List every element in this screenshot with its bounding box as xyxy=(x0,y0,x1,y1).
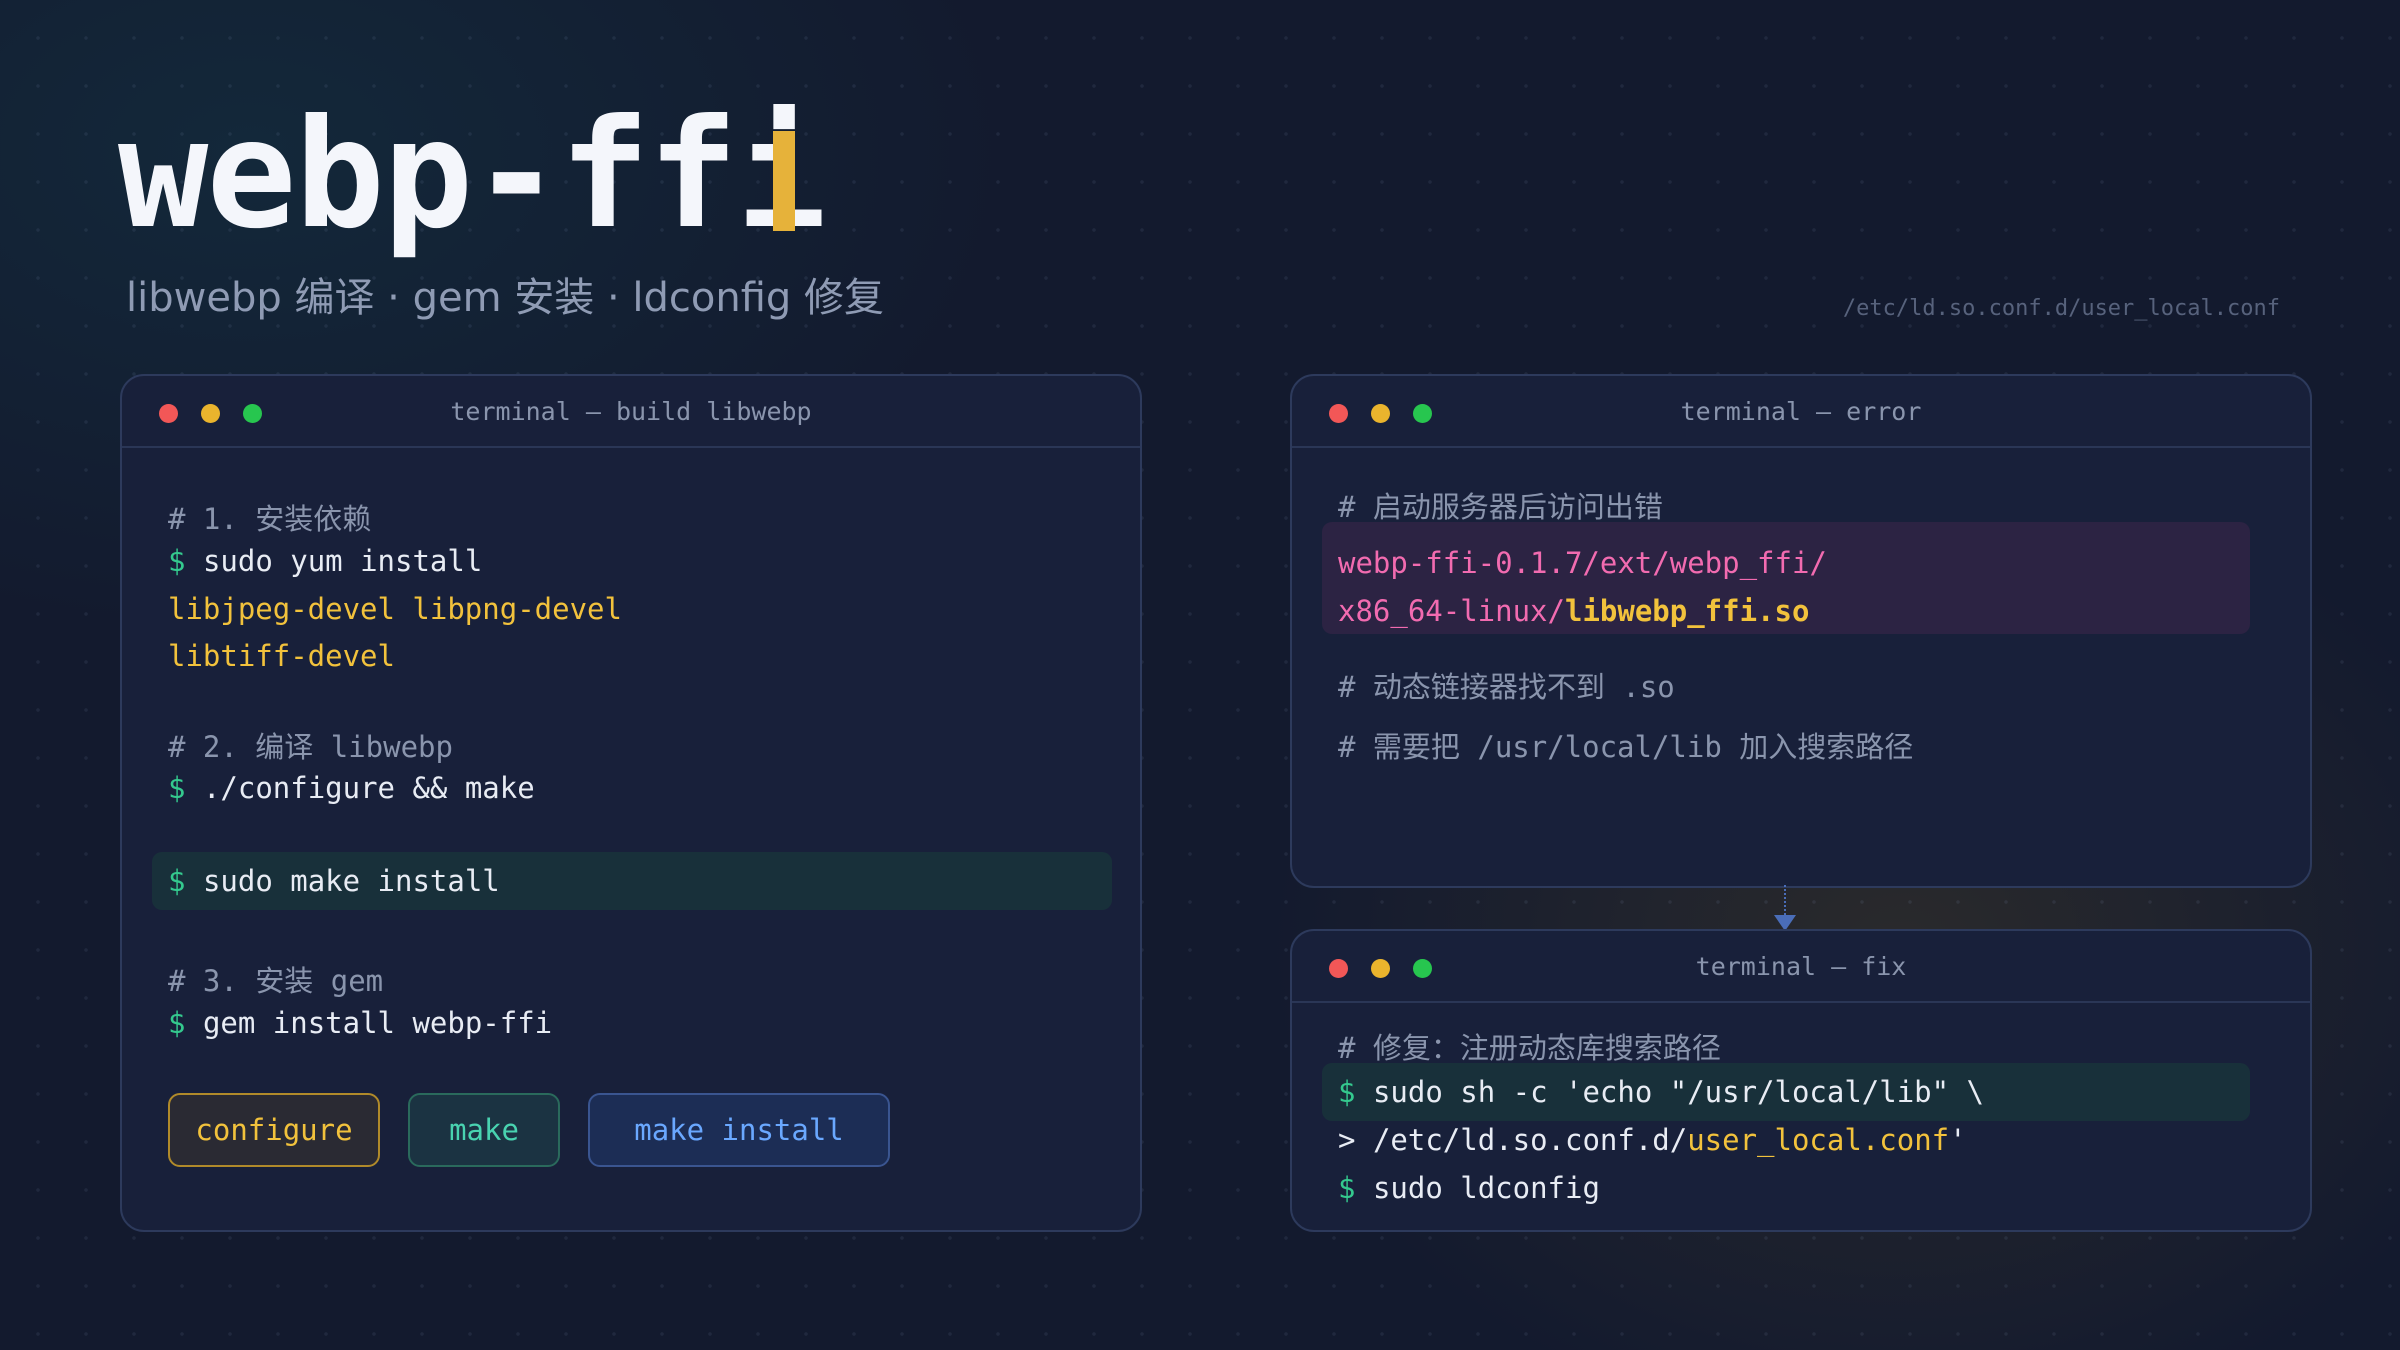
fix-terminal-window: terminal — fix # 修复：注册动态库搜索路径 $ sudo sh … xyxy=(1290,929,2312,1232)
error-comment-3: # 需要把 /usr/local/lib 加入搜索路径 xyxy=(1338,730,1914,764)
error-path-line-1: webp-ffi-0.1.7/ext/webp_ffi/ xyxy=(1338,546,1827,580)
fix-command-line-1: $ sudo sh -c 'echo "/usr/local/lib" \ xyxy=(1338,1075,1984,1109)
make-button[interactable]: make xyxy=(408,1093,560,1167)
prompt-symbol: $ xyxy=(168,544,186,578)
yum-command: sudo yum install xyxy=(202,544,483,578)
fix-command-line-2: > /etc/ld.so.conf.d/user_local.conf' xyxy=(1338,1123,1967,1157)
page-title: webp-ffi xyxy=(118,88,826,262)
config-path-hint: /etc/ld.so.conf.d/user_local.conf xyxy=(1842,296,2280,321)
prompt-symbol: $ xyxy=(1338,1171,1356,1205)
build-terminal-title: terminal — build libwebp xyxy=(450,397,812,426)
make-install-button[interactable]: make install xyxy=(588,1093,890,1167)
yum-command-line: $ sudo yum install xyxy=(168,544,482,578)
deps-line-2: libtiff-devel xyxy=(168,639,395,673)
error-terminal-titlebar: terminal — error xyxy=(1292,376,2310,448)
ldconfig-command: sudo ldconfig xyxy=(1372,1171,1600,1205)
fix-command-2-suffix: ' xyxy=(1949,1123,1967,1157)
error-path-prefix: x86_64-linux/ xyxy=(1338,594,1565,628)
make-install-command-line: $ sudo make install xyxy=(168,864,500,898)
make-install-command: sudo make install xyxy=(202,864,500,898)
error-terminal-title: terminal — error xyxy=(1680,397,1922,426)
configure-command: ./configure && make xyxy=(202,771,535,805)
gem-command: gem install webp-ffi xyxy=(202,1006,553,1040)
fix-command-2-file: user_local.conf xyxy=(1687,1123,1950,1157)
error-comment-2: # 动态链接器找不到 .so xyxy=(1338,670,1675,704)
build-terminal-window: terminal — build libwebp # 1. 安装依赖 $ sud… xyxy=(120,374,1142,1232)
fix-command-line-3: $ sudo ldconfig xyxy=(1338,1171,1600,1205)
prompt-symbol: $ xyxy=(168,771,186,805)
step3-comment: # 3. 安装 gem xyxy=(168,964,384,998)
fix-command-1: sudo sh -c 'echo "/usr/local/lib" \ xyxy=(1372,1075,1985,1109)
prompt-symbol: $ xyxy=(1338,1075,1356,1109)
fix-terminal-titlebar: terminal — fix xyxy=(1292,931,2310,1003)
page-subtitle: libwebp 编译 · gem 安装 · ldconfig 修复 xyxy=(126,275,885,321)
error-path-line-2: x86_64-linux/libwebp_ffi.so xyxy=(1338,594,1809,628)
cursor-block xyxy=(773,131,795,231)
configure-button[interactable]: configure xyxy=(168,1093,380,1167)
configure-command-line: $ ./configure && make xyxy=(168,771,535,805)
gem-command-line: $ gem install webp-ffi xyxy=(168,1006,552,1040)
build-terminal-titlebar: terminal — build libwebp xyxy=(122,376,1140,448)
step1-comment: # 1. 安装依赖 xyxy=(168,502,372,536)
step2-comment: # 2. 编译 libwebp xyxy=(168,730,453,764)
continuation-marker: > xyxy=(1338,1123,1356,1157)
prompt-symbol: $ xyxy=(168,864,186,898)
fix-comment: # 修复：注册动态库搜索路径 xyxy=(1338,1031,1721,1065)
deps-line-1: libjpeg-devel libpng-devel xyxy=(168,592,622,626)
error-so-file: libwebp_ffi.so xyxy=(1564,594,1810,628)
fix-terminal-title: terminal — fix xyxy=(1695,952,1907,981)
error-terminal-window: terminal — error # 启动服务器后访问出错 webp-ffi-0… xyxy=(1290,374,2312,888)
error-comment-1: # 启动服务器后访问出错 xyxy=(1338,490,1663,524)
prompt-symbol: $ xyxy=(168,1006,186,1040)
fix-command-2-prefix: /etc/ld.so.conf.d/ xyxy=(1372,1123,1688,1157)
